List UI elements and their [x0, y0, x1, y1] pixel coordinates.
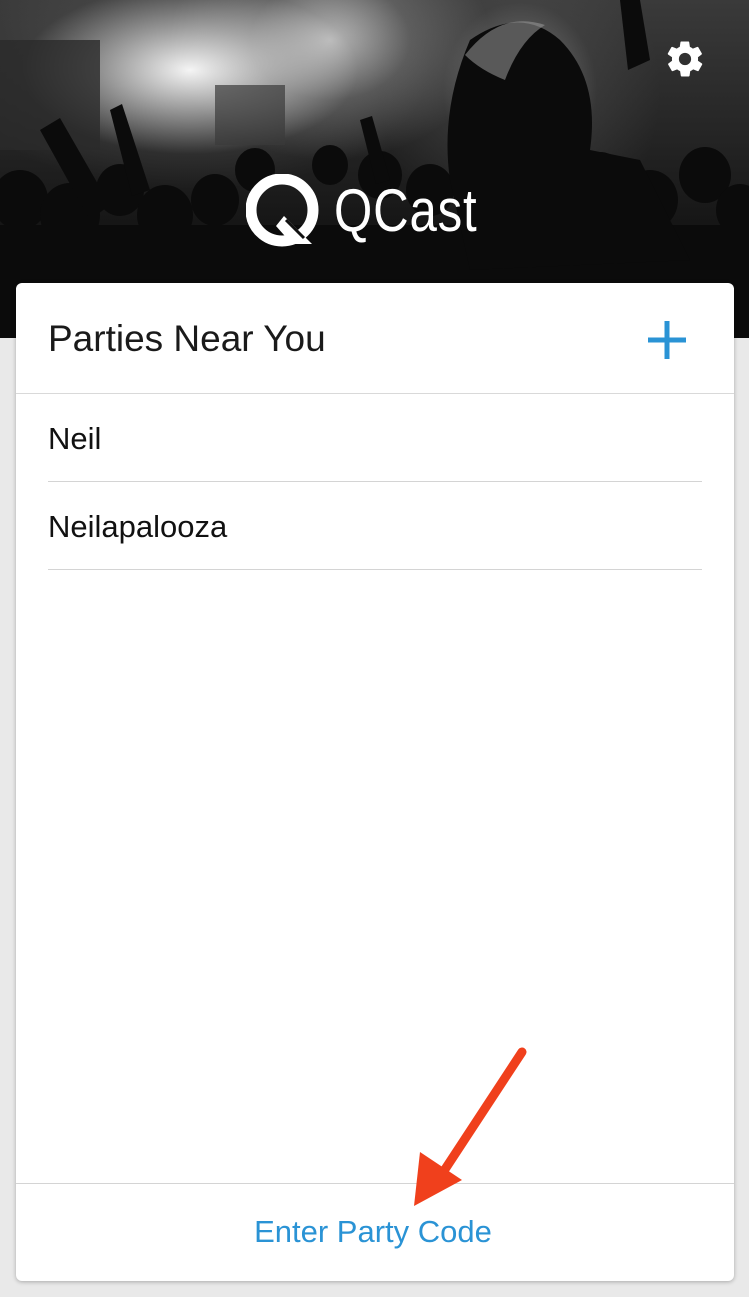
card-footer: Enter Party Code: [16, 1183, 734, 1281]
card-header: Parties Near You: [16, 283, 734, 394]
add-party-plus-icon[interactable]: [642, 315, 692, 365]
qcast-logo-icon: [246, 174, 319, 247]
screen: QCast Parties Near You Neil Neilapalooza…: [0, 0, 749, 1297]
party-name: Neilapalooza: [48, 508, 228, 544]
app-name: QCast: [334, 177, 478, 244]
red-arrow-icon: [414, 1047, 527, 1206]
settings-gear-icon[interactable]: [664, 38, 706, 80]
party-list: Neil Neilapalooza: [48, 394, 702, 570]
party-list-item[interactable]: Neilapalooza: [48, 482, 702, 570]
party-list-item[interactable]: Neil: [48, 394, 702, 482]
parties-card: Parties Near You Neil Neilapalooza Enter…: [16, 283, 734, 1281]
card-title: Parties Near You: [48, 318, 326, 359]
party-name: Neil: [48, 420, 102, 456]
app-logo: QCast: [246, 172, 509, 250]
